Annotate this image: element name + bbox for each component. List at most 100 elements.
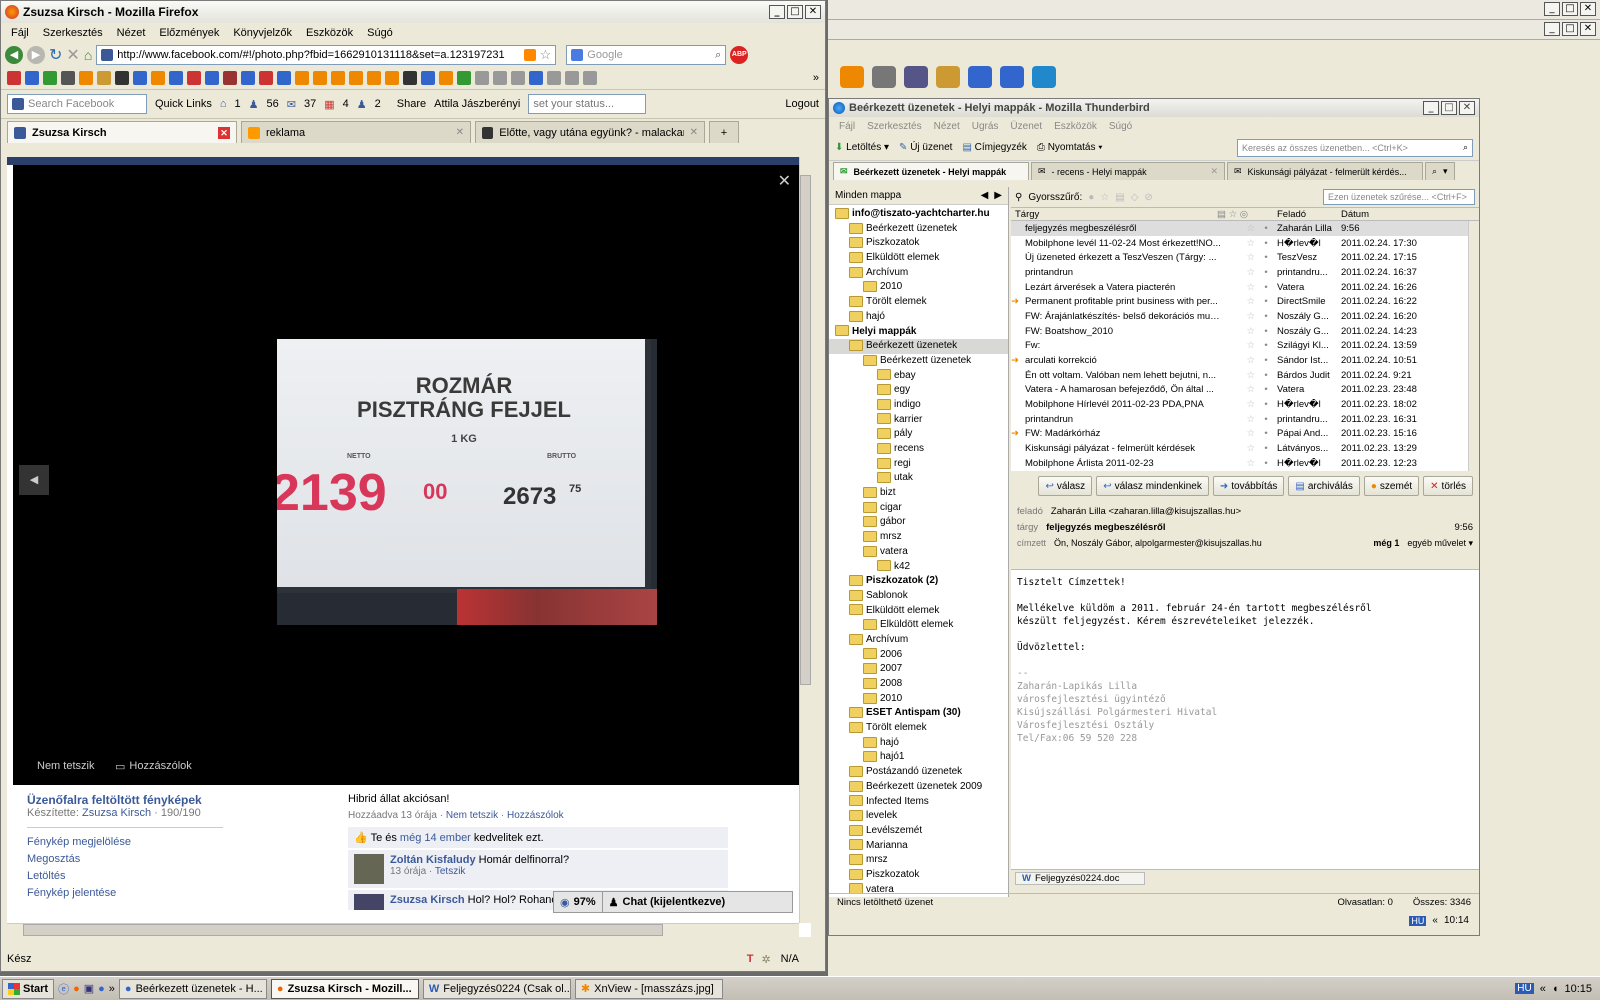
bookmark-icon[interactable] <box>367 71 381 85</box>
tab-malackaraj[interactable]: Előtte, vagy utána együnk? - malackaraj … <box>475 121 705 143</box>
tag-filter-icon[interactable]: ◇ <box>1131 192 1139 203</box>
message-row[interactable]: FW: Boatshow_2010 ☆ • Noszály G... 2011.02.2… <box>1011 324 1479 339</box>
unlike-link[interactable]: Nem tetszik <box>37 760 94 772</box>
bookmark-icon[interactable] <box>169 71 183 85</box>
menu-item[interactable]: Fájl <box>11 27 29 39</box>
folder-item[interactable]: Postázandó üzenetek <box>829 765 1008 780</box>
minimize-button[interactable]: _ <box>1544 2 1560 16</box>
star-icon[interactable]: ☆ <box>1221 252 1255 263</box>
toolbar-icon[interactable] <box>904 66 928 88</box>
bookmark-icon[interactable] <box>493 71 507 85</box>
bookmark-icon[interactable] <box>241 71 255 85</box>
avatar[interactable] <box>354 854 384 884</box>
folder-item[interactable]: info@tiszato-yachtcharter.hu <box>829 207 1008 222</box>
close-tab-icon[interactable]: ✕ <box>456 127 464 138</box>
menu-item[interactable]: Ugrás <box>972 121 999 132</box>
folder-item[interactable]: mrsz <box>829 530 1008 545</box>
close-tab-icon[interactable]: ✕ <box>690 127 698 138</box>
search-input[interactable]: Google ⌕ <box>566 45 727 65</box>
folder-item[interactable]: Törölt elemek <box>829 721 1008 736</box>
action-button[interactable]: ✕ törlés <box>1423 476 1473 496</box>
horizontal-scrollbar[interactable] <box>7 923 799 937</box>
action-button[interactable]: ➜ továbbítás <box>1212 476 1285 496</box>
message-row[interactable]: feljegyzés megbeszélésről ☆ • Zaharán Lilla… <box>1011 221 1479 236</box>
folder-item[interactable]: Beérkezett üzenetek 2009 <box>829 780 1008 795</box>
minimize-button[interactable]: _ <box>769 5 785 19</box>
quick-links-menu[interactable]: Quick Links <box>155 98 212 110</box>
bookmark-icon[interactable] <box>79 71 93 85</box>
home-icon[interactable]: ⌂ <box>84 47 92 63</box>
requests-count[interactable]: 2 <box>375 98 381 110</box>
folder-item[interactable]: cigar <box>829 501 1008 516</box>
read-dot-icon[interactable]: • <box>1255 399 1277 410</box>
menu-item[interactable]: Előzmények <box>159 27 219 39</box>
folder-item[interactable]: mrsz <box>829 853 1008 868</box>
quick-launch-more-icon[interactable]: » <box>109 983 115 995</box>
read-dot-icon[interactable]: • <box>1255 223 1277 234</box>
maximize-button[interactable]: □ <box>1562 22 1578 36</box>
address-book-button[interactable]: ▤ Címjegyzék <box>962 142 1026 153</box>
star-icon[interactable]: ☆ <box>1221 238 1255 249</box>
bookmark-icon[interactable] <box>475 71 489 85</box>
folder-item[interactable]: ESET Antispam (30) <box>829 706 1008 721</box>
speaker-icon[interactable]: ◖ <box>1552 983 1559 995</box>
bookmark-icon[interactable] <box>403 71 417 85</box>
folder-item[interactable]: Elküldött elemek <box>829 251 1008 266</box>
toolbar-icon[interactable] <box>1000 66 1024 88</box>
prev-photo-icon[interactable]: ◀ <box>19 465 49 495</box>
folder-item[interactable]: levelek <box>829 809 1008 824</box>
connection-status[interactable]: ◉ 97% <box>554 892 603 912</box>
star-icon[interactable]: ☆ <box>1221 458 1255 469</box>
star-icon[interactable]: ☆ <box>1221 267 1255 278</box>
close-button[interactable]: ✕ <box>1580 22 1596 36</box>
language-indicator[interactable]: HU <box>1409 915 1427 926</box>
folder-item[interactable]: k42 <box>829 560 1008 575</box>
bookmark-icon[interactable] <box>511 71 525 85</box>
read-dot-icon[interactable]: • <box>1255 326 1277 337</box>
unread-filter-icon[interactable]: ● <box>1088 192 1094 203</box>
photo-action-link[interactable]: Letöltés <box>27 870 347 887</box>
bookmarks-overflow-icon[interactable]: » <box>813 72 819 84</box>
comment-author[interactable]: Zoltán Kisfaludy <box>390 854 476 866</box>
share-button[interactable]: Share <box>397 98 426 110</box>
get-mail-button[interactable]: ⬇ Letöltés ▾ <box>835 142 889 153</box>
bookmark-icon[interactable] <box>457 71 471 85</box>
folder-item[interactable]: Infected Items <box>829 795 1008 810</box>
read-dot-icon[interactable]: • <box>1255 428 1277 439</box>
bookmark-icon[interactable] <box>205 71 219 85</box>
avatar[interactable] <box>354 894 384 910</box>
folder-item[interactable]: 2008 <box>829 677 1008 692</box>
message-row[interactable]: printandrun ☆ • printandru... 2011.02.23. 16… <box>1011 412 1479 427</box>
task-word[interactable]: W Feljegyzés0224 (Csak ol... <box>422 978 571 999</box>
rss-icon[interactable] <box>523 49 536 61</box>
bookmark-icon[interactable] <box>565 71 579 85</box>
action-button[interactable]: ↩ válasz <box>1038 476 1093 496</box>
folder-item[interactable]: Archívum <box>829 633 1008 648</box>
read-dot-icon[interactable]: • <box>1255 370 1277 381</box>
scrollbar-thumb[interactable] <box>23 924 663 936</box>
folder-item[interactable]: utak <box>829 471 1008 486</box>
menu-item[interactable]: Súgó <box>1109 121 1132 132</box>
vertical-scrollbar[interactable] <box>799 157 811 923</box>
sender-column-header[interactable]: Feladó <box>1277 209 1341 220</box>
maximize-button[interactable]: □ <box>1562 2 1578 16</box>
folder-item[interactable]: Beérkezett üzenetek <box>829 222 1008 237</box>
toolbar-icon[interactable] <box>872 66 896 88</box>
bookmark-icon[interactable] <box>7 71 21 85</box>
album-title[interactable]: Üzenőfalra feltöltött fényképek <box>27 793 347 807</box>
star-icon[interactable]: ☆ <box>1221 428 1255 439</box>
flag-columns[interactable]: ▤ ☆ ◎ <box>1217 209 1277 220</box>
settings-icon[interactable]: ✲ <box>761 953 770 966</box>
message-row[interactable]: Új üzeneted érkezett a TeszVeszen (Tárgy… <box>1011 250 1479 265</box>
language-indicator[interactable]: HU <box>1515 983 1534 994</box>
message-row[interactable]: Mobilphone levél 11-02-24 Most érkezett!… <box>1011 236 1479 251</box>
message-row[interactable]: Kiskunsági pályázat - felmerült kérdések… <box>1011 441 1479 456</box>
bookmark-icon[interactable] <box>421 71 435 85</box>
folder-item[interactable]: pály <box>829 427 1008 442</box>
message-row[interactable]: printandrun ☆ • printandru... 2011.02.24. 16… <box>1011 265 1479 280</box>
photo-action-link[interactable]: Fénykép megjelölése <box>27 836 347 853</box>
attachment-item[interactable]: W Feljegyzés0224.doc <box>1015 872 1145 885</box>
bookmark-icon[interactable] <box>439 71 453 85</box>
bookmark-icon[interactable] <box>61 71 75 85</box>
other-actions-menu[interactable]: egyéb művelet ▾ <box>1407 538 1473 549</box>
